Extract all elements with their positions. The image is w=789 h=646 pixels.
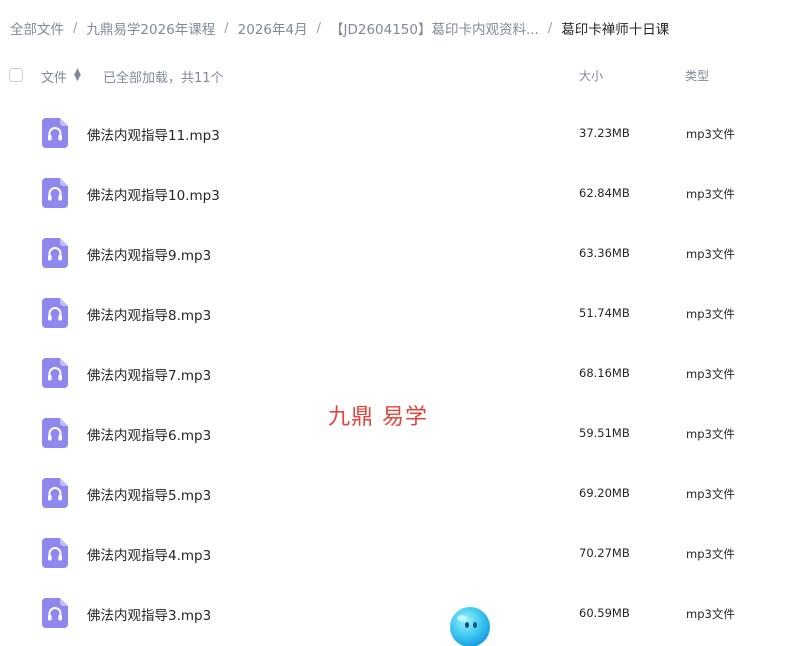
audio-file-icon (42, 238, 68, 268)
breadcrumb-separator: / (73, 20, 78, 36)
file-size: 68.16MB (579, 366, 630, 380)
column-header-type: 类型 (685, 69, 710, 83)
breadcrumb-item-2026-courses[interactable]: 九鼎易学2026年课程 (86, 18, 215, 38)
file-size: 59.51MB (579, 426, 630, 440)
file-name[interactable]: 佛法内观指导11.mp3 (87, 124, 220, 144)
file-name[interactable]: 佛法内观指导4.mp3 (87, 544, 211, 564)
column-header-name[interactable]: 文件 (41, 67, 67, 86)
file-row[interactable]: 佛法内观指导7.mp3 68.16MB mp3文件 (0, 342, 789, 402)
file-row[interactable]: 佛法内观指导5.mp3 69.20MB mp3文件 (0, 462, 789, 522)
breadcrumb-separator: / (547, 20, 553, 36)
file-type: mp3文件 (686, 547, 735, 561)
audio-file-icon (42, 478, 68, 508)
file-size: 60.59MB (579, 606, 630, 620)
breadcrumb-item-all-files[interactable]: 全部文件 (10, 18, 64, 38)
file-type: mp3文件 (686, 367, 735, 381)
file-type: mp3文件 (686, 307, 735, 321)
sort-icon[interactable]: ▲ ▼ (74, 68, 81, 83)
file-type: mp3文件 (686, 247, 735, 261)
assistant-mascot-icon[interactable] (440, 598, 500, 646)
file-name[interactable]: 佛法内观指导9.mp3 (87, 244, 211, 264)
file-size: 51.74MB (579, 306, 630, 320)
file-size: 63.36MB (579, 246, 630, 260)
file-type: mp3文件 (686, 607, 735, 621)
file-size: 70.27MB (579, 546, 630, 560)
load-status-text: 已全部加载，共11个 (103, 71, 224, 86)
file-type: mp3文件 (686, 127, 735, 141)
file-size: 37.23MB (579, 126, 630, 140)
file-name[interactable]: 佛法内观指导10.mp3 (87, 184, 220, 204)
file-row[interactable]: 佛法内观指导4.mp3 70.27MB mp3文件 (0, 522, 789, 582)
breadcrumb-item-course-folder[interactable]: 【JD2604150】葛印卡内观资料... (330, 18, 539, 38)
file-row[interactable]: 佛法内观指导9.mp3 63.36MB mp3文件 (0, 222, 789, 282)
column-header-size: 大小 (579, 69, 604, 83)
breadcrumb-item-current: 葛印卡禅师十日课 (561, 22, 670, 38)
file-size: 69.20MB (579, 486, 630, 500)
audio-file-icon (42, 298, 68, 328)
breadcrumb-separator: / (316, 20, 321, 36)
audio-file-icon (42, 178, 68, 208)
breadcrumb: 全部文件 / 九鼎易学2026年课程 / 2026年4月 / 【JD260415… (10, 18, 670, 39)
file-name[interactable]: 佛法内观指导8.mp3 (87, 304, 211, 324)
audio-file-icon (42, 538, 68, 568)
file-type: mp3文件 (686, 487, 735, 501)
file-row[interactable]: 佛法内观指导3.mp3 60.59MB mp3文件 (0, 582, 789, 642)
file-name[interactable]: 佛法内观指导7.mp3 (87, 364, 211, 384)
watermark-text: 九鼎 易学 (328, 405, 428, 430)
breadcrumb-separator: / (224, 20, 229, 36)
audio-file-icon (42, 598, 68, 628)
audio-file-icon (42, 418, 68, 448)
breadcrumb-item-2026-april[interactable]: 2026年4月 (238, 18, 308, 38)
audio-file-icon (42, 358, 68, 388)
file-name[interactable]: 佛法内观指导6.mp3 (87, 424, 211, 444)
file-type: mp3文件 (686, 427, 735, 441)
file-type: mp3文件 (686, 187, 735, 201)
file-row[interactable]: 佛法内观指导11.mp3 37.23MB mp3文件 (0, 102, 789, 162)
file-name[interactable]: 佛法内观指导5.mp3 (87, 484, 211, 504)
file-row[interactable]: 佛法内观指导10.mp3 62.84MB mp3文件 (0, 162, 789, 222)
audio-file-icon (42, 118, 68, 148)
file-name[interactable]: 佛法内观指导3.mp3 (87, 604, 211, 624)
file-row[interactable]: 佛法内观指导8.mp3 51.74MB mp3文件 (0, 282, 789, 342)
select-all-checkbox[interactable] (9, 68, 23, 82)
file-size: 62.84MB (579, 186, 630, 200)
